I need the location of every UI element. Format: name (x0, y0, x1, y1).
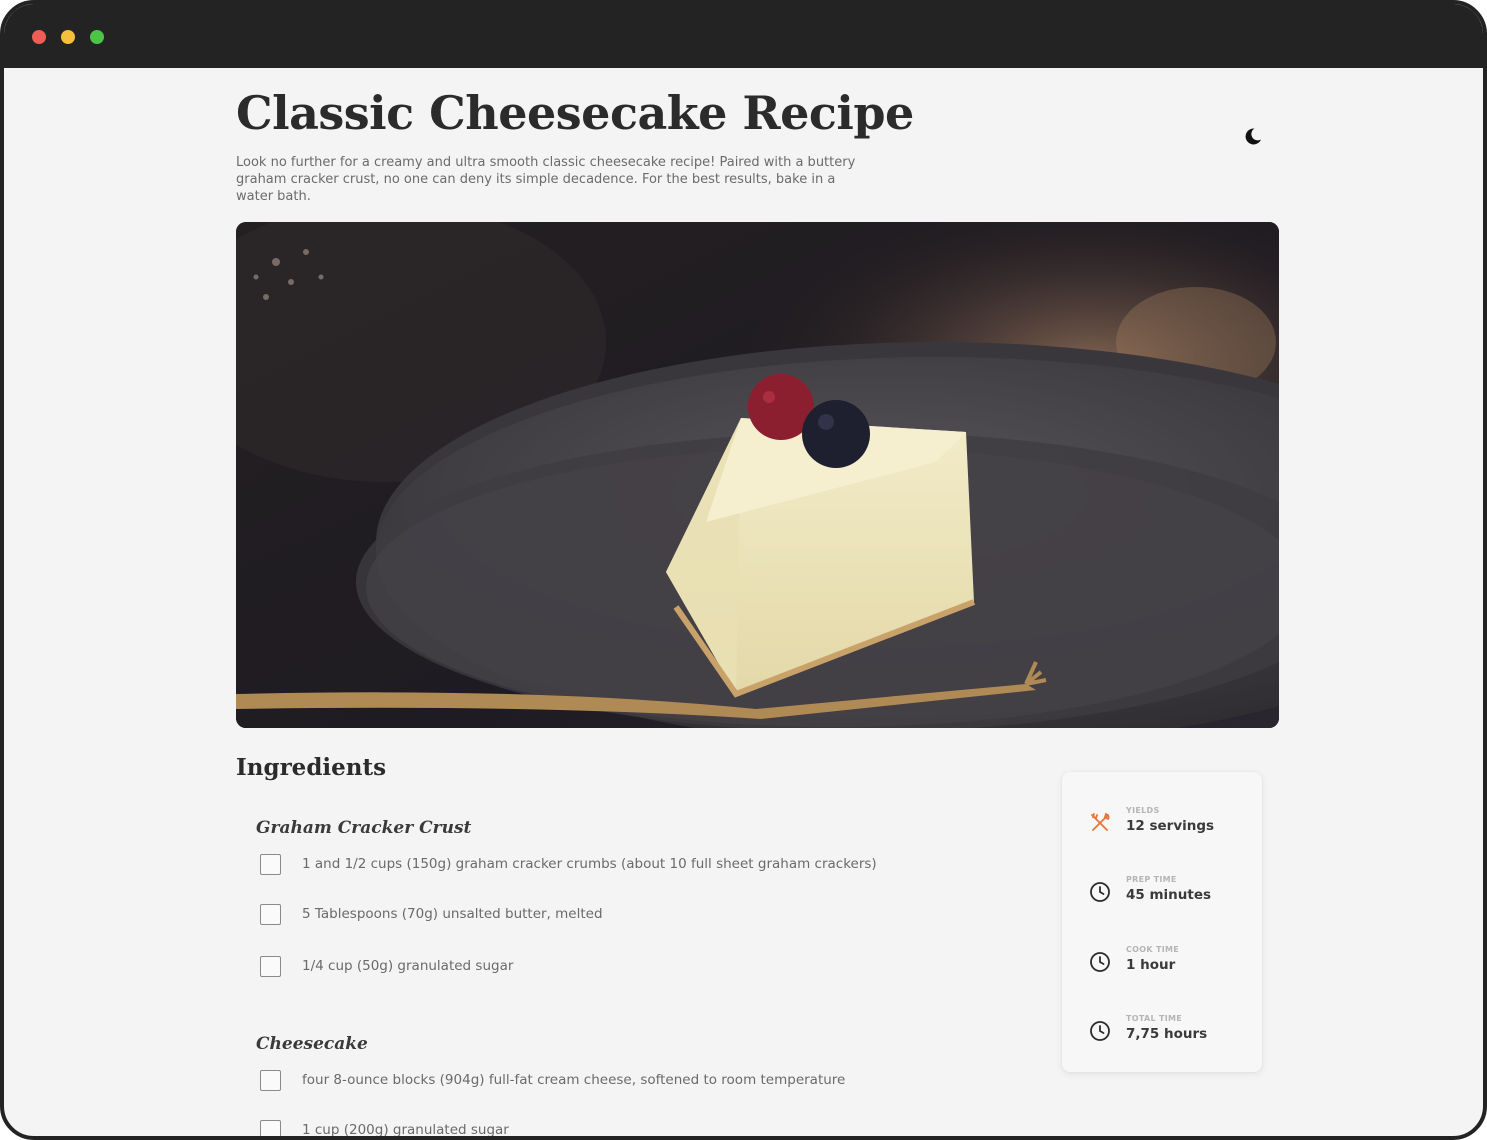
ingredient-checkbox[interactable] (260, 1119, 281, 1136)
hero-image (236, 222, 1279, 728)
total-time-value: 7,75 hours (1126, 1026, 1208, 1042)
prep-time-value: 45 minutes (1126, 887, 1212, 903)
ingredient-checkbox[interactable] (260, 955, 281, 977)
moon-icon (1245, 128, 1261, 145)
prep-time-label: PREP TIME (1126, 875, 1177, 884)
ingredient-text: 1 cup (200g) granulated sugar (302, 1122, 509, 1136)
yields-info: YIELDS 12 servings (1062, 805, 1262, 845)
yields-value: 12 servings (1126, 818, 1215, 834)
minimize-window-button[interactable] (61, 30, 75, 44)
prep-time-info: PREP TIME 45 minutes (1062, 874, 1262, 914)
close-window-button[interactable] (32, 30, 46, 44)
recipe-description: Look no further for a creamy and ultra s… (236, 155, 856, 204)
ingredient-checkbox[interactable] (260, 903, 281, 925)
yields-label: YIELDS (1126, 806, 1160, 815)
utensils-icon (1091, 812, 1110, 831)
total-time-info: TOTAL TIME 7,75 hours (1062, 1013, 1262, 1053)
ingredient-item[interactable]: 1 cup (200g) granulated sugar (260, 1118, 509, 1136)
section-title-cheesecake: Cheesecake (256, 1034, 368, 1054)
ingredient-text: 1 and 1/2 cups (150g) graham cracker cru… (302, 856, 877, 872)
ingredient-text: 5 Tablespoons (70g) unsalted butter, mel… (302, 906, 603, 922)
window-titlebar (4, 4, 1483, 68)
cook-time-info: COOK TIME 1 hour (1062, 944, 1262, 984)
ingredients-heading: Ingredients (236, 754, 387, 781)
maximize-window-button[interactable] (90, 30, 104, 44)
clock-icon (1090, 952, 1110, 972)
recipe-page: Classic Cheesecake Recipe Look no furthe… (4, 68, 1483, 1136)
clock-icon (1090, 1021, 1110, 1041)
ingredient-checkbox[interactable] (260, 853, 281, 875)
clock-icon (1090, 882, 1110, 902)
section-title-crust: Graham Cracker Crust (256, 818, 472, 838)
page-title: Classic Cheesecake Recipe (236, 86, 914, 140)
cook-time-label: COOK TIME (1126, 945, 1180, 954)
total-time-label: TOTAL TIME (1126, 1014, 1183, 1023)
ingredient-text: four 8-ounce blocks (904g) full-fat crea… (302, 1072, 846, 1088)
ingredient-checkbox[interactable] (260, 1069, 281, 1091)
browser-window: Classic Cheesecake Recipe Look no furthe… (0, 0, 1487, 1140)
ingredient-item[interactable]: 1 and 1/2 cups (150g) graham cracker cru… (260, 852, 877, 876)
ingredient-text: 1/4 cup (50g) granulated sugar (302, 958, 514, 974)
ingredient-item[interactable]: four 8-ounce blocks (904g) full-fat crea… (260, 1068, 845, 1092)
recipe-info-card: YIELDS 12 servings PREP TIME 45 minutes … (1062, 772, 1262, 1072)
theme-toggle-button[interactable] (1240, 124, 1264, 148)
ingredient-item[interactable]: 1/4 cup (50g) granulated sugar (260, 954, 513, 978)
cook-time-value: 1 hour (1126, 957, 1176, 973)
ingredient-item[interactable]: 5 Tablespoons (70g) unsalted butter, mel… (260, 902, 603, 926)
